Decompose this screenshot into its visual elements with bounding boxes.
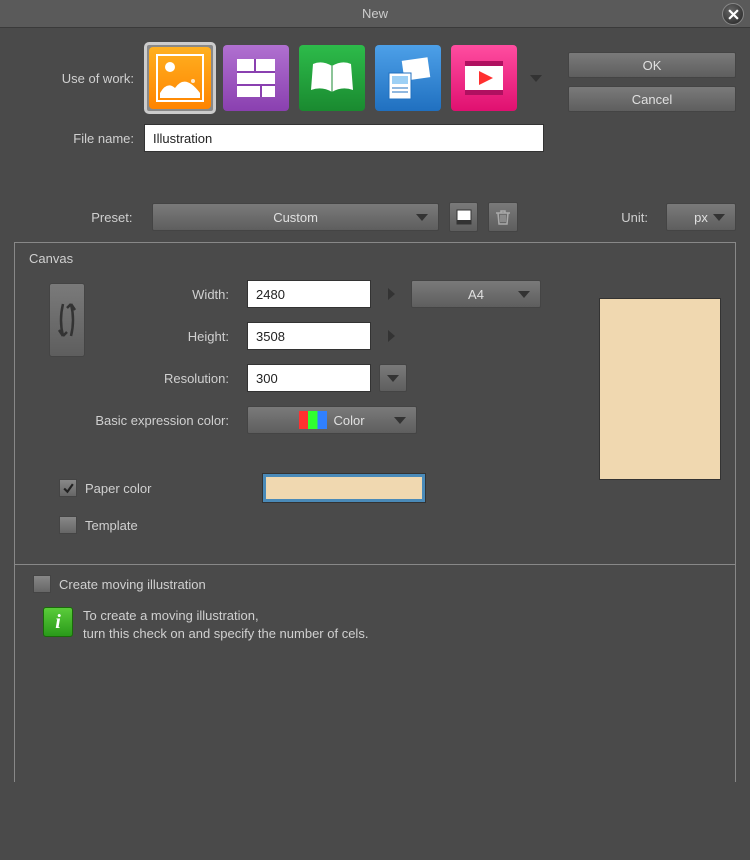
use-of-work-label: Use of work:	[14, 71, 144, 86]
dialog-body: Use of work:	[0, 28, 750, 796]
file-name-label: File name:	[14, 131, 144, 146]
ok-button[interactable]: OK	[568, 52, 736, 78]
paper-color-checkbox[interactable]	[59, 479, 77, 497]
delete-preset-button[interactable]	[488, 202, 518, 232]
dialog-title: New	[362, 6, 388, 21]
work-type-illustration[interactable]	[144, 42, 216, 114]
book-icon	[307, 58, 357, 98]
info-line2: turn this check on and specify the numbe…	[83, 625, 368, 643]
info-text: To create a moving illustration, turn th…	[83, 607, 368, 643]
unit-combo[interactable]: px	[666, 203, 736, 231]
chevron-down-icon	[530, 75, 542, 82]
canvas-title: Canvas	[29, 251, 721, 266]
color-mode-combo[interactable]: Color	[247, 406, 417, 434]
height-menu-button[interactable]	[379, 330, 403, 342]
resolution-label: Resolution:	[29, 371, 239, 386]
chevron-down-icon	[713, 214, 725, 221]
animation-icon	[459, 53, 509, 103]
close-button[interactable]	[722, 3, 744, 25]
checkmark-icon	[62, 482, 75, 495]
info-icon: i	[43, 607, 73, 637]
work-type-comic[interactable]	[220, 42, 292, 114]
save-preset-button[interactable]	[449, 202, 479, 232]
width-menu-button[interactable]	[379, 288, 403, 300]
chevron-down-icon	[394, 417, 406, 424]
cancel-button[interactable]: Cancel	[568, 86, 736, 112]
title-bar: New	[0, 0, 750, 28]
chevron-right-icon	[388, 330, 395, 342]
use-of-work-options	[144, 42, 548, 114]
chevron-down-icon	[416, 214, 428, 221]
work-type-animation[interactable]	[448, 42, 520, 114]
illustration-icon	[155, 53, 205, 103]
paper-color-label: Paper color	[85, 481, 151, 496]
basic-color-label: Basic expression color:	[29, 413, 239, 428]
comic-icon	[233, 55, 279, 101]
resolution-input[interactable]	[247, 364, 371, 392]
paper-color-swatch[interactable]	[263, 474, 425, 502]
swap-arrows-icon	[55, 296, 79, 344]
resolution-menu-button[interactable]	[379, 364, 407, 392]
height-input[interactable]	[247, 322, 371, 350]
paper-size-value: A4	[468, 287, 484, 302]
preset-value: Custom	[273, 210, 318, 225]
work-type-dropdown[interactable]	[524, 42, 548, 114]
color-mode-value: Color	[333, 413, 364, 428]
work-type-book[interactable]	[296, 42, 368, 114]
work-type-printing[interactable]	[372, 42, 444, 114]
template-label: Template	[85, 518, 138, 533]
trash-icon	[495, 208, 511, 226]
preset-label: Preset:	[14, 210, 142, 225]
canvas-section: Canvas Width: A4 Height:	[14, 242, 736, 782]
preset-combo[interactable]: Custom	[152, 203, 438, 231]
printing-icon	[383, 53, 433, 103]
create-moving-checkbox[interactable]	[33, 575, 51, 593]
unit-label: Unit:	[528, 210, 658, 225]
template-checkbox[interactable]	[59, 516, 77, 534]
create-moving-label: Create moving illustration	[59, 577, 206, 592]
close-icon	[728, 9, 739, 20]
info-line1: To create a moving illustration,	[83, 607, 368, 625]
swap-dimensions-button[interactable]	[49, 283, 85, 357]
divider	[15, 564, 735, 565]
paper-size-combo[interactable]: A4	[411, 280, 541, 308]
canvas-preview	[599, 298, 721, 480]
file-name-input[interactable]	[144, 124, 544, 152]
unit-value: px	[694, 210, 708, 225]
chevron-down-icon	[387, 375, 399, 382]
save-preset-icon	[455, 208, 473, 226]
width-input[interactable]	[247, 280, 371, 308]
chevron-down-icon	[518, 291, 530, 298]
color-chip-icon	[299, 411, 327, 429]
chevron-right-icon	[388, 288, 395, 300]
